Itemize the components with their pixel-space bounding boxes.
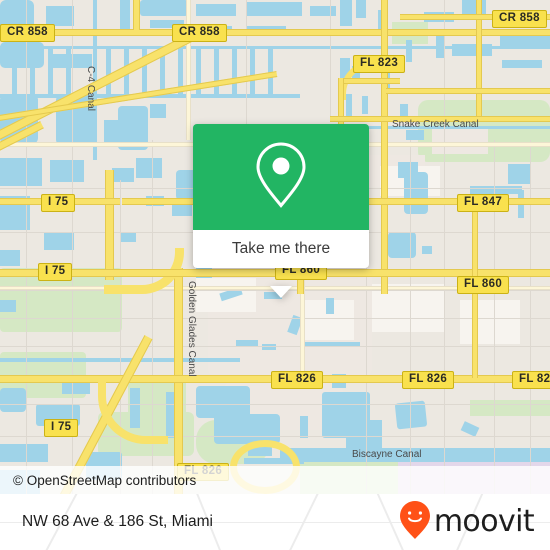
moovit-wordmark: moovit [433,504,535,539]
take-me-there-label: Take me there [231,240,331,257]
address-text: NW 68 Ave & 186 St, Miami [22,513,213,530]
highway-shield: I 75 [41,194,76,212]
highway-shield: FL 826 [512,371,550,389]
destination-callout-card[interactable]: Take me there [193,124,369,298]
water-label: Biscayne Canal [352,449,422,460]
moovit-pin-smiley-icon [399,500,430,544]
map-share-screenshot: CR 858 CR 858 CR 858 FL 823 FL 847 FL 860 FL 8… [0,0,550,550]
highway-shield: FL 847 [457,194,510,212]
callout-pointer-tail [270,286,292,298]
take-me-there-button[interactable]: Take me there [193,230,369,268]
highway-shield: I 75 [38,263,73,281]
highway-shield: FL 826 [271,371,324,389]
callout-pin-area [193,124,369,230]
footer-bar: NW 68 Ave & 186 St, Miami moovit [0,494,550,550]
highway-shield: FL 826 [402,371,455,389]
map-canvas[interactable]: CR 858 CR 858 CR 858 FL 823 FL 847 FL 860 FL 8… [0,0,550,494]
highway-shield: CR 858 [0,24,55,42]
highway-shield: FL 860 [457,276,510,294]
moovit-logo[interactable]: moovit [399,494,535,550]
highway-shield: CR 858 [172,24,227,42]
highway-shield: I 75 [44,419,79,437]
water-label: C-4 Canal [85,66,96,112]
water-label: Snake Creek Canal [392,119,479,130]
map-pin-icon [252,139,310,216]
attribution-text: © OpenStreetMap contributors [13,472,197,488]
highway-shield: FL 823 [353,55,406,73]
highway-shield: CR 858 [492,10,547,28]
map-attribution: © OpenStreetMap contributors [0,466,550,494]
water-label: Golden Glades Canal [186,281,197,377]
address-label: NW 68 Ave & 186 St, Miami [22,494,213,550]
